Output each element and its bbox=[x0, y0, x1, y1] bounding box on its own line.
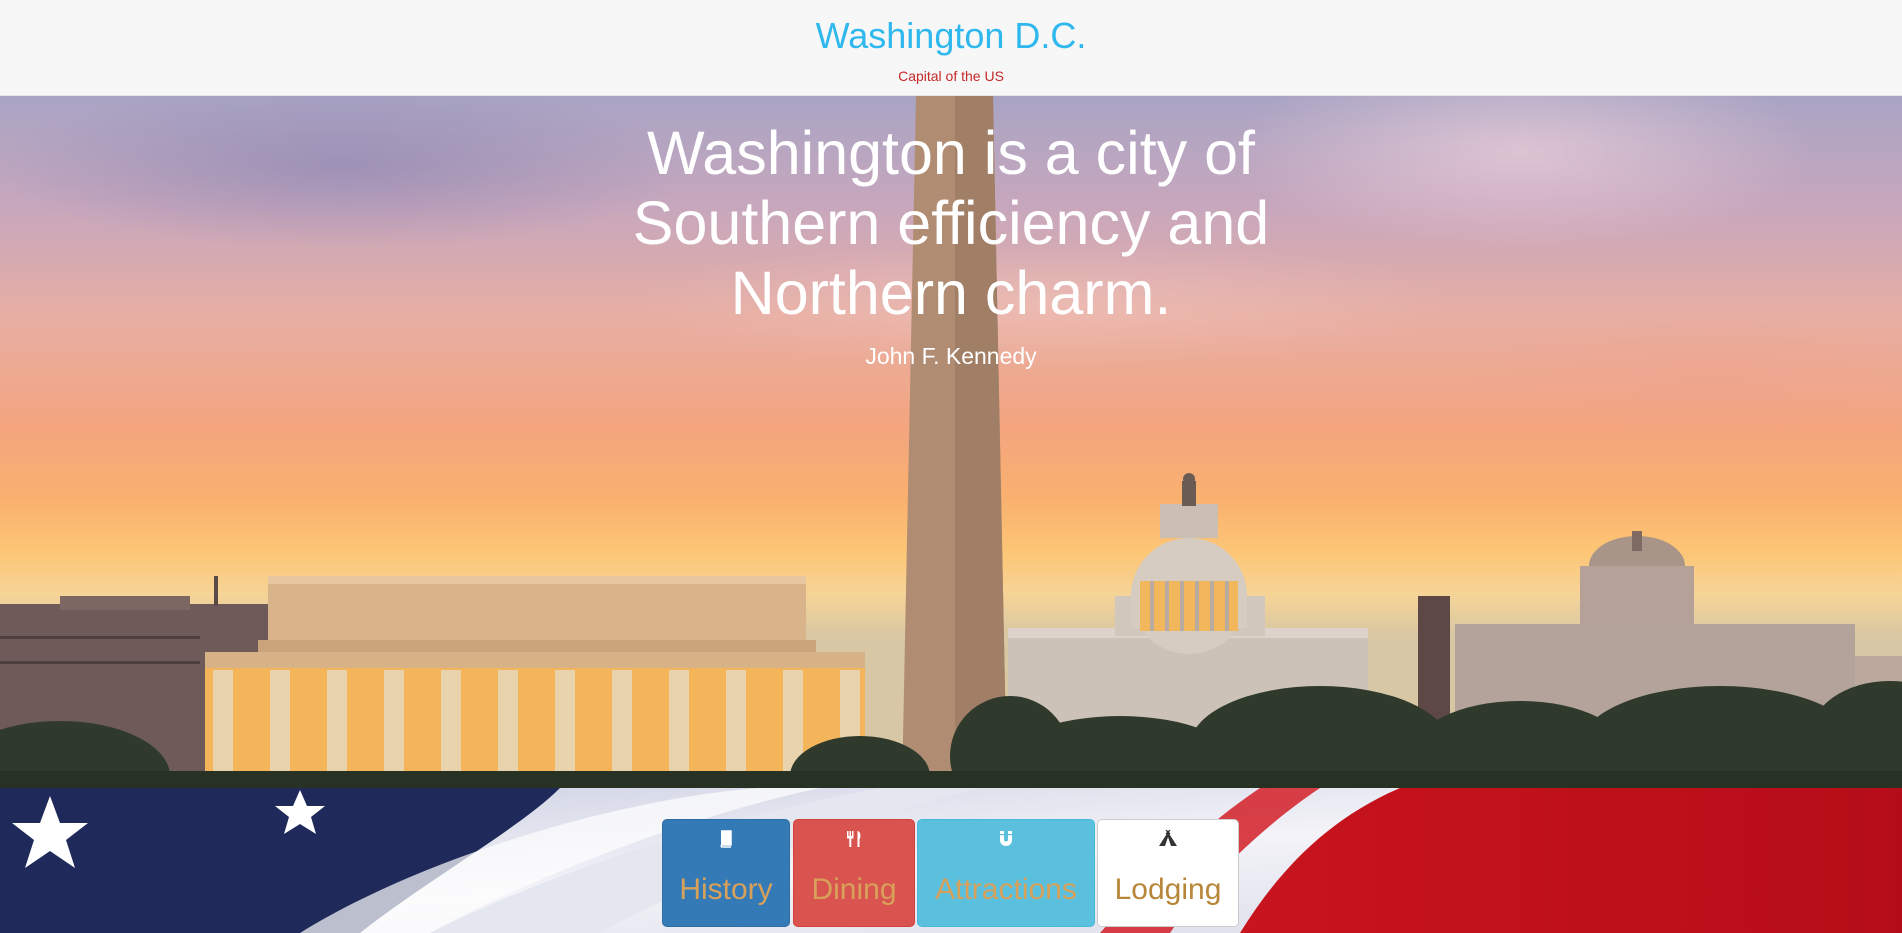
book-icon bbox=[663, 828, 789, 850]
site-title: Washington D.C. bbox=[815, 15, 1087, 56]
site-header: Washington D.C. Capital of the US bbox=[0, 0, 1902, 96]
dining-button[interactable]: Dining bbox=[793, 819, 915, 927]
quote-author: John F. Kennedy bbox=[865, 343, 1037, 369]
history-button[interactable]: History bbox=[662, 819, 790, 927]
cutlery-icon bbox=[794, 828, 914, 850]
site-subtitle: Capital of the US bbox=[898, 68, 1004, 84]
tent-icon bbox=[1098, 828, 1238, 850]
lodging-label: Lodging bbox=[1114, 873, 1222, 906]
attractions-button[interactable]: Attractions bbox=[917, 819, 1095, 927]
hero-quote: Washington is a city of Southern efficie… bbox=[632, 119, 1270, 327]
attractions-label: Attractions bbox=[935, 873, 1077, 906]
dining-label: Dining bbox=[811, 873, 897, 906]
magnet-icon bbox=[918, 828, 1094, 850]
lodging-button[interactable]: Lodging bbox=[1097, 819, 1239, 927]
hero-banner: Washington is a city of Southern efficie… bbox=[0, 96, 1902, 788]
history-label: History bbox=[679, 873, 773, 906]
